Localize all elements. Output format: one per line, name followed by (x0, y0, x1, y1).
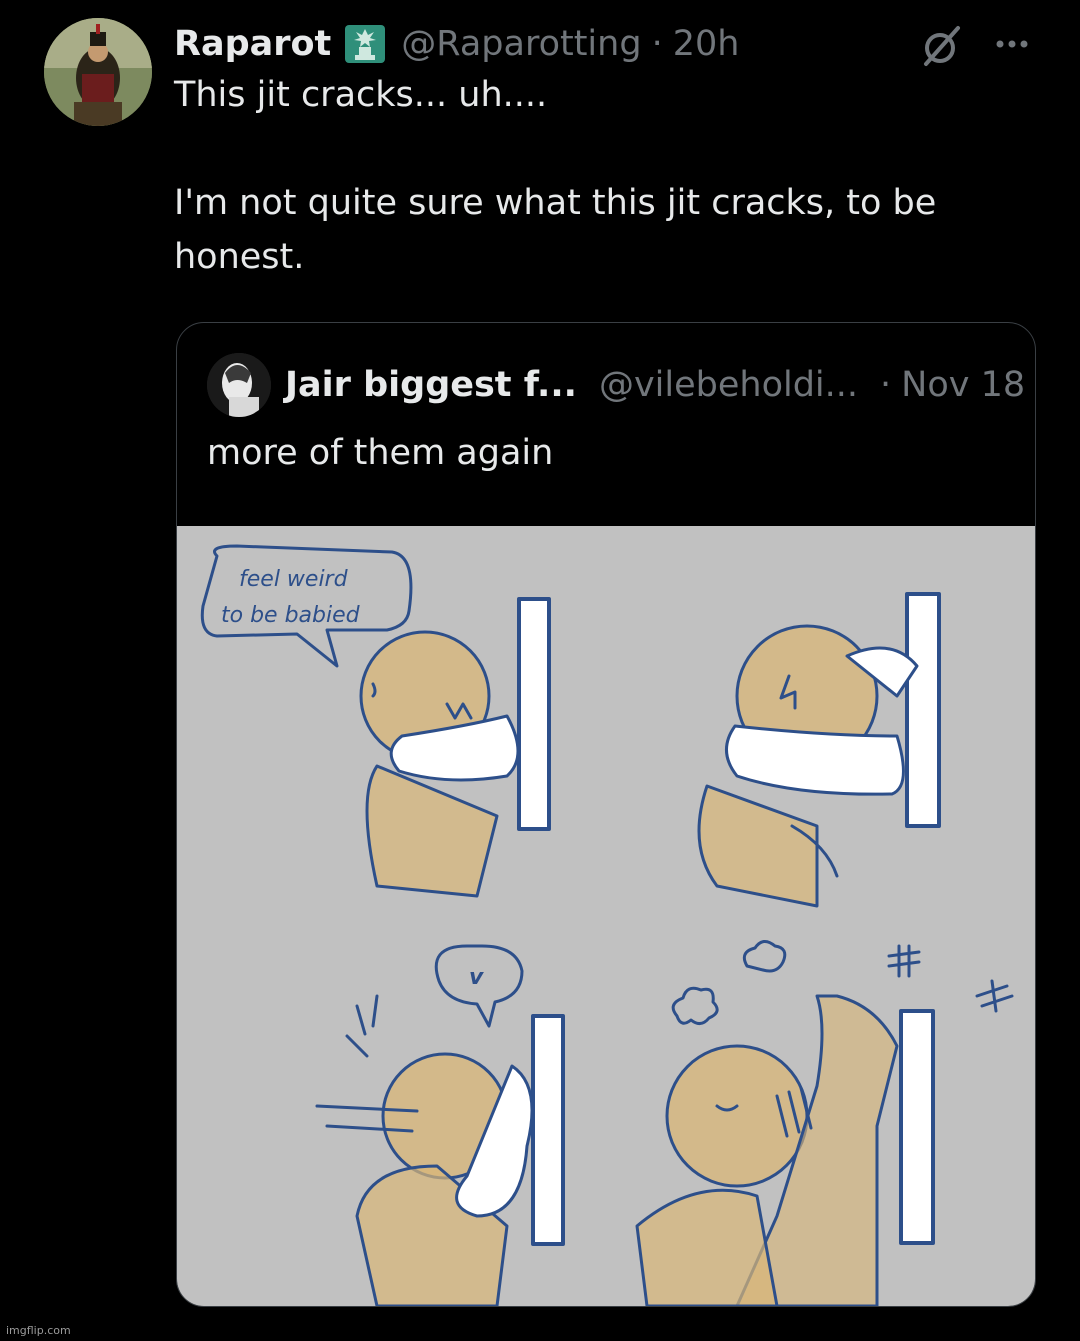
quoted-tweet-date[interactable]: Nov 18 (901, 365, 1025, 405)
tweet-text-line: honest. (174, 237, 305, 277)
character-body (365, 764, 499, 898)
quoted-author-handle[interactable]: @vilebeholdi... (599, 365, 858, 405)
author-handle[interactable]: @Raparotting (401, 24, 641, 64)
door-frame (899, 1009, 935, 1245)
tweet-time[interactable]: 20h (673, 24, 740, 64)
tweet-text-line: This jit cracks... uh.... (174, 75, 548, 115)
speech-bubble-line: to be babied (221, 603, 361, 628)
author-avatar[interactable] (44, 18, 152, 126)
statue-of-liberty-icon (341, 23, 389, 65)
separator-dot: · (651, 24, 663, 64)
door-frame (905, 592, 941, 828)
door-frame (531, 1014, 565, 1246)
door-frame (517, 597, 551, 831)
character-arm (725, 724, 905, 796)
comic-drawing: feel weird to be babied v (200, 544, 1014, 1306)
character-body (697, 784, 819, 908)
tweet-text-line: I'm not quite sure what this jit cracks,… (174, 183, 937, 223)
tweet-text: This jit cracks... uh.... I'm not quite … (174, 68, 1054, 284)
speech-bubble-line: feel weird (239, 567, 349, 592)
separator-dot: · (880, 365, 892, 405)
author-name[interactable]: Raparot (174, 24, 331, 64)
quoted-author-avatar[interactable] (207, 353, 271, 417)
quoted-author-name[interactable]: Jair biggest f... (285, 365, 577, 405)
grok-icon[interactable] (920, 24, 964, 68)
tweet: Raparot @Raparotting · 20h This jit crac… (174, 20, 1054, 284)
character-body (635, 1188, 779, 1306)
heart-bubble-text: v (469, 965, 484, 990)
more-options-icon[interactable] (992, 24, 1032, 64)
quoted-tweet[interactable]: Jair biggest f... @vilebeholdi... · Nov … (176, 322, 1036, 1307)
quoted-tweet-text: more of them again (207, 433, 554, 473)
quoted-tweet-header: Jair biggest f... @vilebeholdi... · Nov … (207, 353, 1025, 417)
watermark: imgflip.com (6, 1324, 71, 1337)
character-head (665, 1044, 809, 1188)
comic-image[interactable]: feel weird to be babied v (177, 526, 1035, 1306)
